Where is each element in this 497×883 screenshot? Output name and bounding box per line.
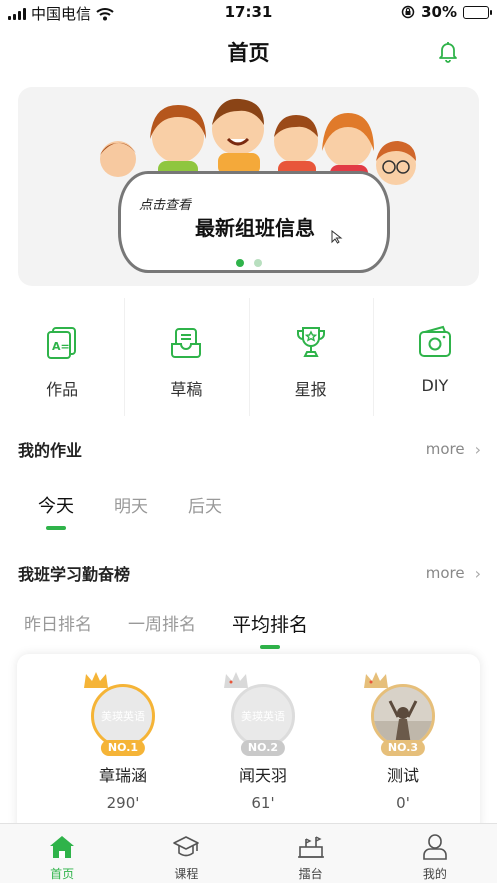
tabbar-item-arena[interactable]: 擂台	[249, 824, 373, 883]
ranker-name: 章瑞涵	[98, 766, 147, 785]
homework-title: 我的作业	[18, 441, 83, 460]
battery-icon	[463, 5, 492, 19]
more-label: more	[425, 440, 465, 458]
ranker-item[interactable]: 美瑛英语 NO.1 章瑞涵 290'	[53, 670, 193, 812]
trophy-icon	[296, 327, 325, 357]
shortcut-grid: A= 作品 草稿 星报 DIY	[0, 298, 497, 426]
ranker-score: 61'	[251, 794, 275, 812]
shortcut-label: DIY	[421, 376, 449, 395]
profile-icon	[423, 834, 447, 860]
rank-badge: NO.1	[100, 740, 146, 756]
rank-badge: NO.3	[380, 740, 426, 756]
status-right: 30%	[401, 3, 492, 21]
tabbar-label: 擂台	[298, 867, 323, 881]
shortcut-diy[interactable]: DIY	[372, 298, 497, 426]
person-photo-icon	[374, 687, 432, 745]
shortcut-label: 星报	[294, 380, 327, 399]
bottom-tab-bar: 首页 课程 擂台 我的	[0, 823, 497, 883]
ranking-title: 我班学习勤奋榜	[18, 565, 131, 584]
orientation-lock-icon	[401, 5, 415, 19]
bell-icon[interactable]	[436, 39, 460, 63]
shortcut-label: 作品	[46, 380, 79, 399]
tabbar-label: 课程	[174, 867, 199, 881]
banner-carousel[interactable]: 点击查看 最新组班信息	[18, 87, 479, 286]
crown-icon	[84, 672, 108, 688]
avatar: 美瑛英语	[231, 684, 295, 748]
ranker-item[interactable]: 美瑛英语 NO.2 闻天羽 61'	[193, 670, 333, 812]
ranking-tabs: 昨日排名 一周排名 平均排名	[24, 610, 308, 637]
works-icon: A=	[47, 327, 77, 359]
rank-badge: NO.2	[240, 740, 286, 756]
ranking-card: 美瑛英语 NO.1 章瑞涵 290' 美瑛英语 NO.2 闻天羽 61' NO.…	[17, 654, 480, 834]
avatar-wrap: 美瑛英语 NO.2	[224, 670, 298, 758]
more-label: more	[425, 564, 465, 582]
homework-day-tabs: 今天 明天 后天	[38, 492, 222, 518]
chevron-right-icon: ›	[474, 439, 481, 459]
banner-board: 点击查看 最新组班信息	[118, 171, 390, 273]
avatar-wrap: 美瑛英语 NO.1	[84, 670, 158, 758]
tab-today[interactable]: 今天	[38, 492, 74, 518]
cursor-icon	[331, 230, 343, 244]
ranker-score: 290'	[106, 794, 140, 812]
tabbar-item-mine[interactable]: 我的	[373, 824, 497, 883]
avatar: 美瑛英语	[91, 684, 155, 748]
ranker-name: 测试	[386, 766, 419, 785]
top-section: 点击查看 最新组班信息 A= 作品 草稿 星报 DIY	[0, 76, 497, 426]
ranking-header: 我班学习勤奋榜 more ›	[18, 558, 481, 588]
header: 首页	[0, 26, 497, 76]
tab-yesterday-rank[interactable]: 昨日排名	[24, 610, 92, 637]
stage-icon	[297, 836, 324, 858]
avatar-photo	[371, 684, 435, 748]
page-title: 首页	[227, 41, 270, 65]
ranker-list: 美瑛英语 NO.1 章瑞涵 290' 美瑛英语 NO.2 闻天羽 61' NO.…	[53, 670, 473, 812]
draft-icon	[171, 328, 202, 358]
ranker-item[interactable]: NO.3 测试 0'	[333, 670, 473, 812]
banner-small-text: 点击查看	[139, 198, 192, 213]
carousel-dots	[18, 259, 479, 267]
tabbar-label: 首页	[50, 867, 75, 881]
tabbar-item-courses[interactable]: 课程	[124, 824, 248, 883]
shortcut-label: 草稿	[170, 380, 203, 399]
ranker-score: 0'	[396, 794, 410, 812]
status-bar: 中国电信 17:31 30%	[0, 0, 497, 26]
homework-header: 我的作业 more ›	[18, 434, 481, 464]
ranker-name: 闻天羽	[238, 766, 287, 785]
svg-text:A=: A=	[52, 340, 70, 353]
homework-more-link[interactable]: more ›	[426, 440, 481, 459]
camera-icon	[418, 325, 451, 357]
shortcut-star-report[interactable]: 星报	[248, 298, 373, 426]
battery-percent: 30%	[421, 3, 457, 21]
chevron-right-icon: ›	[474, 563, 481, 583]
shortcut-draft[interactable]: 草稿	[124, 298, 248, 426]
shortcut-works[interactable]: A= 作品	[0, 298, 124, 426]
tabbar-label: 我的	[422, 867, 447, 881]
carousel-dot[interactable]	[253, 259, 262, 267]
carousel-dot-active[interactable]	[235, 259, 244, 267]
tab-day-after[interactable]: 后天	[188, 492, 222, 518]
home-icon	[50, 836, 75, 858]
tab-average-rank[interactable]: 平均排名	[232, 610, 308, 637]
graduation-cap-icon	[173, 836, 200, 857]
crown-icon	[364, 672, 388, 688]
ranking-more-link[interactable]: more ›	[426, 564, 481, 583]
banner-headline: 最新组班信息	[195, 216, 315, 240]
ranking-section: 我班学习勤奋榜 more › 昨日排名 一周排名 平均排名 美瑛英语 NO.1 …	[0, 550, 497, 834]
tabbar-item-home[interactable]: 首页	[0, 824, 124, 883]
crown-icon	[224, 672, 248, 688]
tab-week-rank[interactable]: 一周排名	[128, 610, 196, 637]
homework-section: 我的作业 more › 今天 明天 后天	[0, 426, 497, 550]
tab-tomorrow[interactable]: 明天	[114, 492, 148, 518]
avatar-wrap: NO.3	[364, 670, 438, 758]
